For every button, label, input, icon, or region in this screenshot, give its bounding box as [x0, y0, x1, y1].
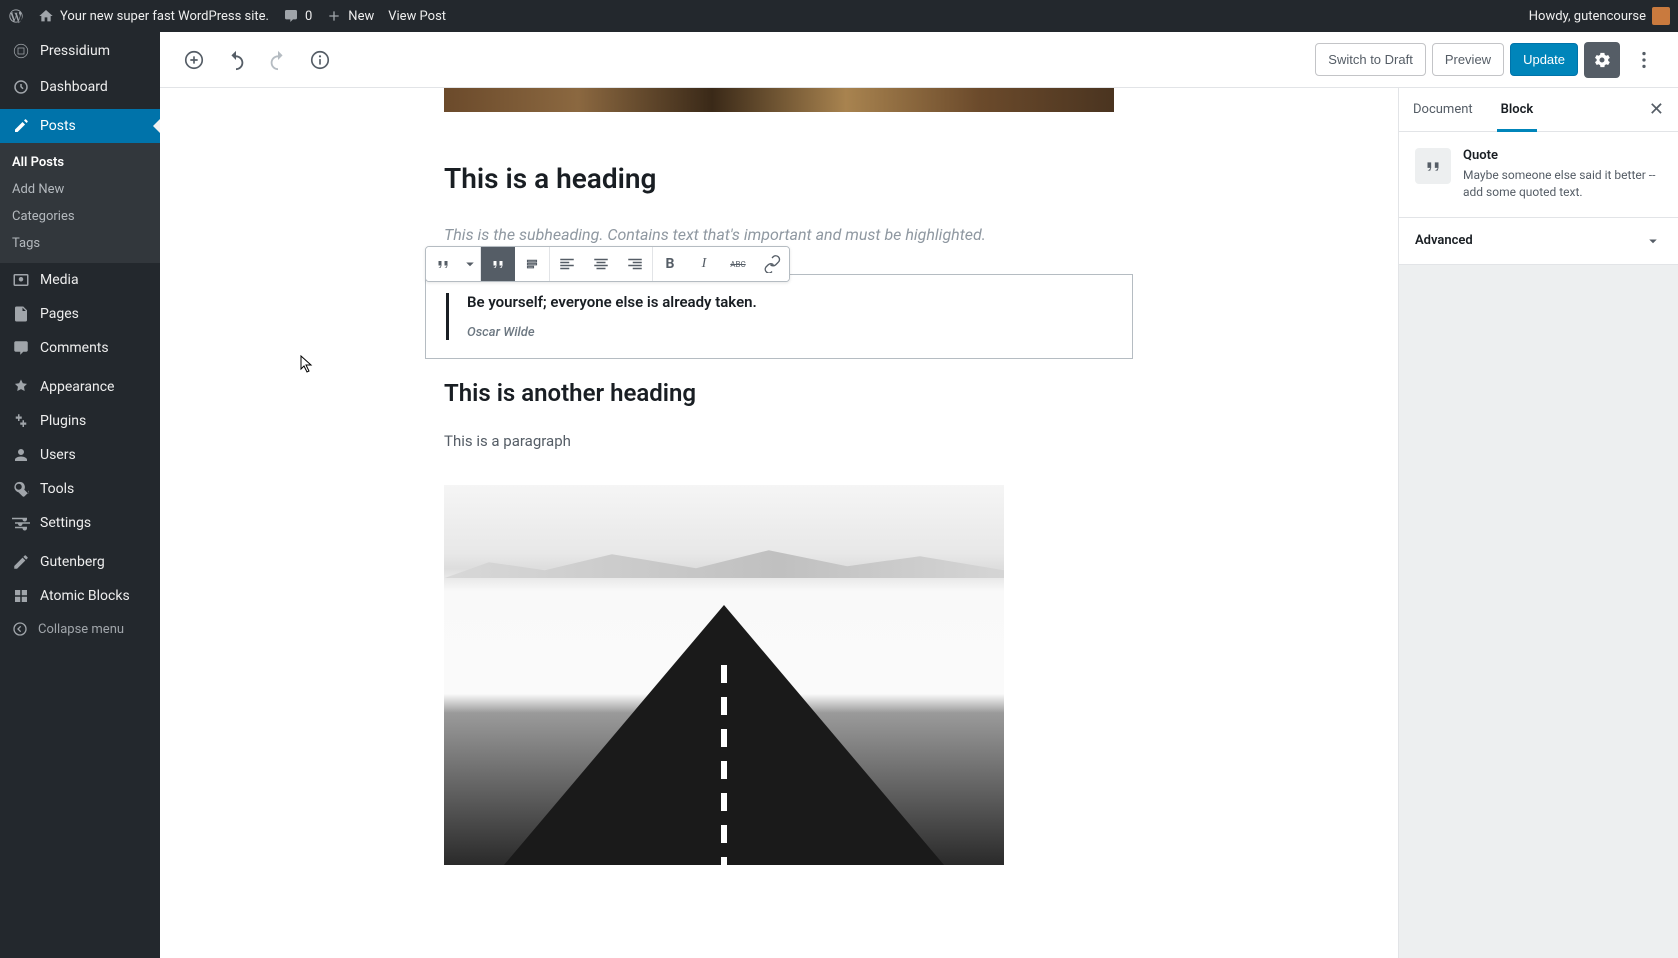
block-name-label: Quote	[1463, 148, 1662, 163]
tab-document[interactable]: Document	[1399, 88, 1487, 131]
sidebar-item-plugins[interactable]: Plugins	[0, 404, 160, 438]
close-sidebar-button[interactable]: ✕	[1645, 95, 1668, 124]
more-options-button[interactable]	[1626, 42, 1662, 78]
submenu-all-posts[interactable]: All Posts	[0, 149, 160, 176]
new-content-link[interactable]: New	[326, 8, 374, 24]
sidebar-item-comments[interactable]: Comments	[0, 331, 160, 365]
add-block-button[interactable]	[176, 42, 212, 78]
strikethrough-button[interactable]: ABC	[721, 247, 755, 281]
admin-bar: Your new super fast WordPress site. 0 Ne…	[0, 0, 1678, 32]
link-button[interactable]	[755, 247, 789, 281]
quote-style-large[interactable]	[515, 247, 549, 281]
redo-button[interactable]	[260, 42, 296, 78]
quote-citation[interactable]: Oscar Wilde	[467, 325, 535, 340]
comments-link[interactable]: 0	[283, 8, 312, 24]
howdy-text: Howdy, gutencourse	[1529, 9, 1646, 24]
comments-count: 0	[305, 9, 312, 24]
switch-to-draft-button[interactable]: Switch to Draft	[1315, 43, 1426, 76]
admin-sidebar: Pressidium Dashboard Posts All Posts Add…	[0, 32, 160, 958]
advanced-panel-toggle[interactable]: Advanced	[1399, 218, 1678, 264]
site-title: Your new super fast WordPress site.	[60, 9, 269, 24]
heading2-block[interactable]: This is another heading	[444, 379, 1114, 407]
heading-block[interactable]: This is a heading	[444, 162, 1114, 195]
sidebar-item-media[interactable]: Media	[0, 263, 160, 297]
sidebar-item-users[interactable]: Users	[0, 438, 160, 472]
block-desc-label: Maybe someone else said it better -- add…	[1463, 167, 1662, 201]
sidebar-brand[interactable]: Pressidium	[0, 32, 160, 70]
italic-button[interactable]: I	[687, 247, 721, 281]
quote-text[interactable]: Be yourself; everyone else is already ta…	[467, 293, 1112, 311]
align-left-button[interactable]	[550, 247, 584, 281]
quote-block-selected[interactable]: B I ABC Be yourself; everyone else is al…	[425, 274, 1133, 359]
posts-submenu: All Posts Add New Categories Tags	[0, 143, 160, 263]
block-type-dropdown[interactable]	[460, 247, 480, 281]
sidebar-item-appearance[interactable]: Appearance	[0, 370, 160, 404]
align-right-button[interactable]	[618, 247, 652, 281]
bold-button[interactable]: B	[653, 247, 687, 281]
submenu-tags[interactable]: Tags	[0, 230, 160, 257]
block-icon	[1415, 148, 1451, 184]
collapse-menu[interactable]: Collapse menu	[0, 613, 160, 645]
block-type-button[interactable]	[426, 247, 460, 281]
block-toolbar: B I ABC	[425, 246, 790, 282]
paragraph-block[interactable]: This is a paragraph	[444, 432, 1114, 450]
preview-button[interactable]: Preview	[1432, 43, 1504, 76]
settings-sidebar: Document Block ✕ Quote Maybe someone els…	[1398, 88, 1678, 958]
tab-block[interactable]: Block	[1487, 88, 1548, 131]
sidebar-item-dashboard[interactable]: Dashboard	[0, 70, 160, 104]
new-label: New	[348, 9, 374, 24]
sidebar-item-pages[interactable]: Pages	[0, 297, 160, 331]
sidebar-item-settings[interactable]: Settings	[0, 506, 160, 540]
align-center-button[interactable]	[584, 247, 618, 281]
sidebar-item-posts[interactable]: Posts	[0, 109, 160, 143]
subheading-block[interactable]: This is the subheading. Contains text th…	[444, 225, 1114, 244]
content-info-button[interactable]	[302, 42, 338, 78]
sidebar-item-gutenberg[interactable]: Gutenberg	[0, 545, 160, 579]
image-block[interactable]	[444, 485, 1004, 865]
undo-button[interactable]	[218, 42, 254, 78]
sidebar-item-tools[interactable]: Tools	[0, 472, 160, 506]
wp-logo[interactable]	[8, 8, 24, 24]
sidebar-item-atomic-blocks[interactable]: Atomic Blocks	[0, 579, 160, 613]
user-menu[interactable]: Howdy, gutencourse	[1529, 7, 1670, 25]
view-post-link[interactable]: View Post	[388, 9, 446, 24]
settings-toggle-button[interactable]	[1584, 42, 1620, 78]
avatar	[1652, 7, 1670, 25]
editor-canvas[interactable]: This is a heading This is the subheading…	[160, 88, 1398, 958]
featured-image-block[interactable]	[444, 88, 1114, 112]
editor: Switch to Draft Preview Update This is a…	[160, 32, 1678, 958]
editor-header: Switch to Draft Preview Update	[160, 32, 1678, 88]
submenu-add-new[interactable]: Add New	[0, 176, 160, 203]
update-button[interactable]: Update	[1510, 43, 1578, 76]
site-name-link[interactable]: Your new super fast WordPress site.	[38, 8, 269, 24]
quote-style-default[interactable]	[481, 247, 515, 281]
submenu-categories[interactable]: Categories	[0, 203, 160, 230]
